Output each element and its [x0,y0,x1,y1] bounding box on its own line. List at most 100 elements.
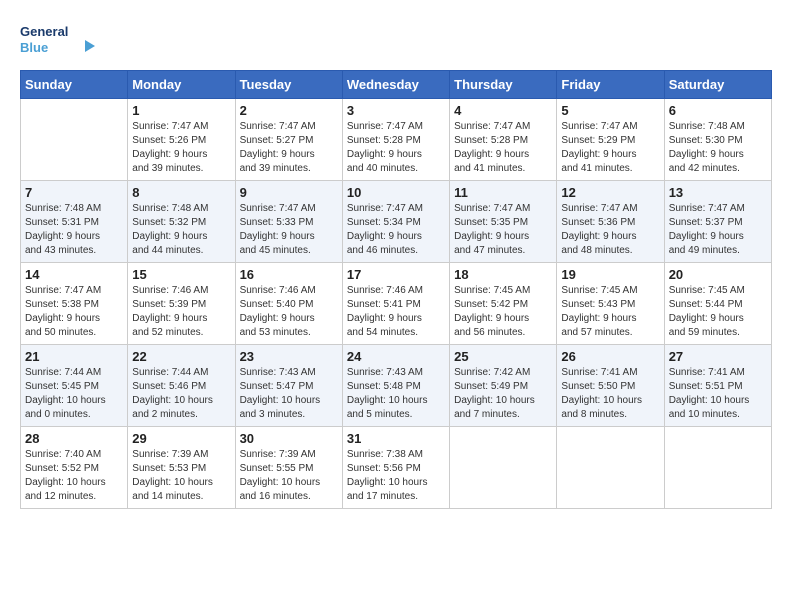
day-number: 12 [561,185,659,200]
calendar-week-row: 14 Sunrise: 7:47 AM Sunset: 5:38 PM Dayli… [21,263,772,345]
day-info: Sunrise: 7:48 AM Sunset: 5:30 PM Dayligh… [669,120,767,176]
day-number: 4 [454,103,552,118]
day-number: 14 [25,267,123,282]
calendar-cell: 7 Sunrise: 7:48 AM Sunset: 5:31 PM Daylig… [21,181,128,263]
calendar-cell: 1 Sunrise: 7:47 AM Sunset: 5:26 PM Daylig… [128,99,235,181]
day-info: Sunrise: 7:42 AM Sunset: 5:49 PM Dayligh… [454,366,552,422]
day-info: Sunrise: 7:45 AM Sunset: 5:44 PM Dayligh… [669,284,767,340]
day-info: Sunrise: 7:44 AM Sunset: 5:45 PM Dayligh… [25,366,123,422]
day-info: Sunrise: 7:40 AM Sunset: 5:52 PM Dayligh… [25,448,123,504]
day-number: 27 [669,349,767,364]
svg-text:Blue: Blue [20,40,48,55]
day-number: 18 [454,267,552,282]
day-number: 15 [132,267,230,282]
calendar-cell: 30Sunrise: 7:39 AM Sunset: 5:55 PM Dayli… [235,427,342,509]
calendar-cell: 25 Sunrise: 7:42 AM Sunset: 5:49 PM Dayli… [450,345,557,427]
day-info: Sunrise: 7:41 AM Sunset: 5:51 PM Dayligh… [669,366,767,422]
calendar-cell: 19 Sunrise: 7:45 AM Sunset: 5:43 PM Dayli… [557,263,664,345]
calendar-cell: 27 Sunrise: 7:41 AM Sunset: 5:51 PM Dayli… [664,345,771,427]
day-info: Sunrise: 7:48 AM Sunset: 5:32 PM Dayligh… [132,202,230,258]
day-number: 21 [25,349,123,364]
day-info: Sunrise: 7:46 AM Sunset: 5:40 PM Dayligh… [240,284,338,340]
day-number: 11 [454,185,552,200]
calendar-cell: 14 Sunrise: 7:47 AM Sunset: 5:38 PM Dayli… [21,263,128,345]
day-info: Sunrise: 7:47 AM Sunset: 5:28 PM Dayligh… [347,120,445,176]
day-number: 24 [347,349,445,364]
calendar-cell: 20Sunrise: 7:45 AM Sunset: 5:44 PM Dayli… [664,263,771,345]
calendar-cell: 22 Sunrise: 7:44 AM Sunset: 5:46 PM Dayli… [128,345,235,427]
calendar-cell: 28 Sunrise: 7:40 AM Sunset: 5:52 PM Dayli… [21,427,128,509]
calendar-week-row: 28 Sunrise: 7:40 AM Sunset: 5:52 PM Dayli… [21,427,772,509]
calendar-cell: 12 Sunrise: 7:47 AM Sunset: 5:36 PM Dayli… [557,181,664,263]
day-info: Sunrise: 7:45 AM Sunset: 5:42 PM Dayligh… [454,284,552,340]
calendar-cell: 18 Sunrise: 7:45 AM Sunset: 5:42 PM Dayli… [450,263,557,345]
calendar-cell: 8 Sunrise: 7:48 AM Sunset: 5:32 PM Daylig… [128,181,235,263]
calendar-table: SundayMondayTuesdayWednesdayThursdayFrid… [20,70,772,509]
day-info: Sunrise: 7:47 AM Sunset: 5:26 PM Dayligh… [132,120,230,176]
calendar-cell: 4 Sunrise: 7:47 AM Sunset: 5:28 PM Daylig… [450,99,557,181]
day-number: 13 [669,185,767,200]
day-number: 6 [669,103,767,118]
day-number: 29 [132,431,230,446]
day-info: Sunrise: 7:44 AM Sunset: 5:46 PM Dayligh… [132,366,230,422]
day-number: 22 [132,349,230,364]
day-number: 19 [561,267,659,282]
day-number: 28 [25,431,123,446]
calendar-cell: 9 Sunrise: 7:47 AM Sunset: 5:33 PM Daylig… [235,181,342,263]
day-number: 2 [240,103,338,118]
day-info: Sunrise: 7:38 AM Sunset: 5:56 PM Dayligh… [347,448,445,504]
logo-svg: General Blue [20,20,100,60]
calendar-cell: 16Sunrise: 7:46 AM Sunset: 5:40 PM Dayli… [235,263,342,345]
day-number: 17 [347,267,445,282]
day-info: Sunrise: 7:41 AM Sunset: 5:50 PM Dayligh… [561,366,659,422]
calendar-cell: 3 Sunrise: 7:47 AM Sunset: 5:28 PM Daylig… [342,99,449,181]
day-number: 7 [25,185,123,200]
day-info: Sunrise: 7:47 AM Sunset: 5:36 PM Dayligh… [561,202,659,258]
calendar-cell: 31Sunrise: 7:38 AM Sunset: 5:56 PM Dayli… [342,427,449,509]
day-info: Sunrise: 7:47 AM Sunset: 5:28 PM Dayligh… [454,120,552,176]
weekday-header-row: SundayMondayTuesdayWednesdayThursdayFrid… [21,71,772,99]
page-header: General Blue [20,20,772,60]
day-info: Sunrise: 7:47 AM Sunset: 5:38 PM Dayligh… [25,284,123,340]
day-info: Sunrise: 7:45 AM Sunset: 5:43 PM Dayligh… [561,284,659,340]
day-info: Sunrise: 7:48 AM Sunset: 5:31 PM Dayligh… [25,202,123,258]
calendar-cell: 2 Sunrise: 7:47 AM Sunset: 5:27 PM Daylig… [235,99,342,181]
calendar-cell: 23 Sunrise: 7:43 AM Sunset: 5:47 PM Dayli… [235,345,342,427]
day-info: Sunrise: 7:43 AM Sunset: 5:48 PM Dayligh… [347,366,445,422]
weekday-header-tuesday: Tuesday [235,71,342,99]
weekday-header-sunday: Sunday [21,71,128,99]
day-info: Sunrise: 7:39 AM Sunset: 5:53 PM Dayligh… [132,448,230,504]
calendar-cell [21,99,128,181]
calendar-cell: 24 Sunrise: 7:43 AM Sunset: 5:48 PM Dayli… [342,345,449,427]
day-number: 8 [132,185,230,200]
calendar-week-row: 1 Sunrise: 7:47 AM Sunset: 5:26 PM Daylig… [21,99,772,181]
day-info: Sunrise: 7:47 AM Sunset: 5:33 PM Dayligh… [240,202,338,258]
day-info: Sunrise: 7:43 AM Sunset: 5:47 PM Dayligh… [240,366,338,422]
day-number: 23 [240,349,338,364]
calendar-cell: 21 Sunrise: 7:44 AM Sunset: 5:45 PM Dayli… [21,345,128,427]
day-number: 1 [132,103,230,118]
day-number: 30 [240,431,338,446]
calendar-cell [664,427,771,509]
weekday-header-friday: Friday [557,71,664,99]
day-number: 25 [454,349,552,364]
calendar-cell: 13Sunrise: 7:47 AM Sunset: 5:37 PM Dayli… [664,181,771,263]
logo: General Blue [20,20,100,60]
weekday-header-thursday: Thursday [450,71,557,99]
day-info: Sunrise: 7:47 AM Sunset: 5:29 PM Dayligh… [561,120,659,176]
weekday-header-saturday: Saturday [664,71,771,99]
calendar-week-row: 21 Sunrise: 7:44 AM Sunset: 5:45 PM Dayli… [21,345,772,427]
day-info: Sunrise: 7:47 AM Sunset: 5:34 PM Dayligh… [347,202,445,258]
calendar-week-row: 7 Sunrise: 7:48 AM Sunset: 5:31 PM Daylig… [21,181,772,263]
day-info: Sunrise: 7:46 AM Sunset: 5:41 PM Dayligh… [347,284,445,340]
day-info: Sunrise: 7:47 AM Sunset: 5:27 PM Dayligh… [240,120,338,176]
calendar-cell: 29 Sunrise: 7:39 AM Sunset: 5:53 PM Dayli… [128,427,235,509]
calendar-cell: 26Sunrise: 7:41 AM Sunset: 5:50 PM Dayli… [557,345,664,427]
day-number: 9 [240,185,338,200]
calendar-cell: 6 Sunrise: 7:48 AM Sunset: 5:30 PM Daylig… [664,99,771,181]
calendar-cell [450,427,557,509]
weekday-header-monday: Monday [128,71,235,99]
day-number: 10 [347,185,445,200]
calendar-cell: 11Sunrise: 7:47 AM Sunset: 5:35 PM Dayli… [450,181,557,263]
day-number: 3 [347,103,445,118]
